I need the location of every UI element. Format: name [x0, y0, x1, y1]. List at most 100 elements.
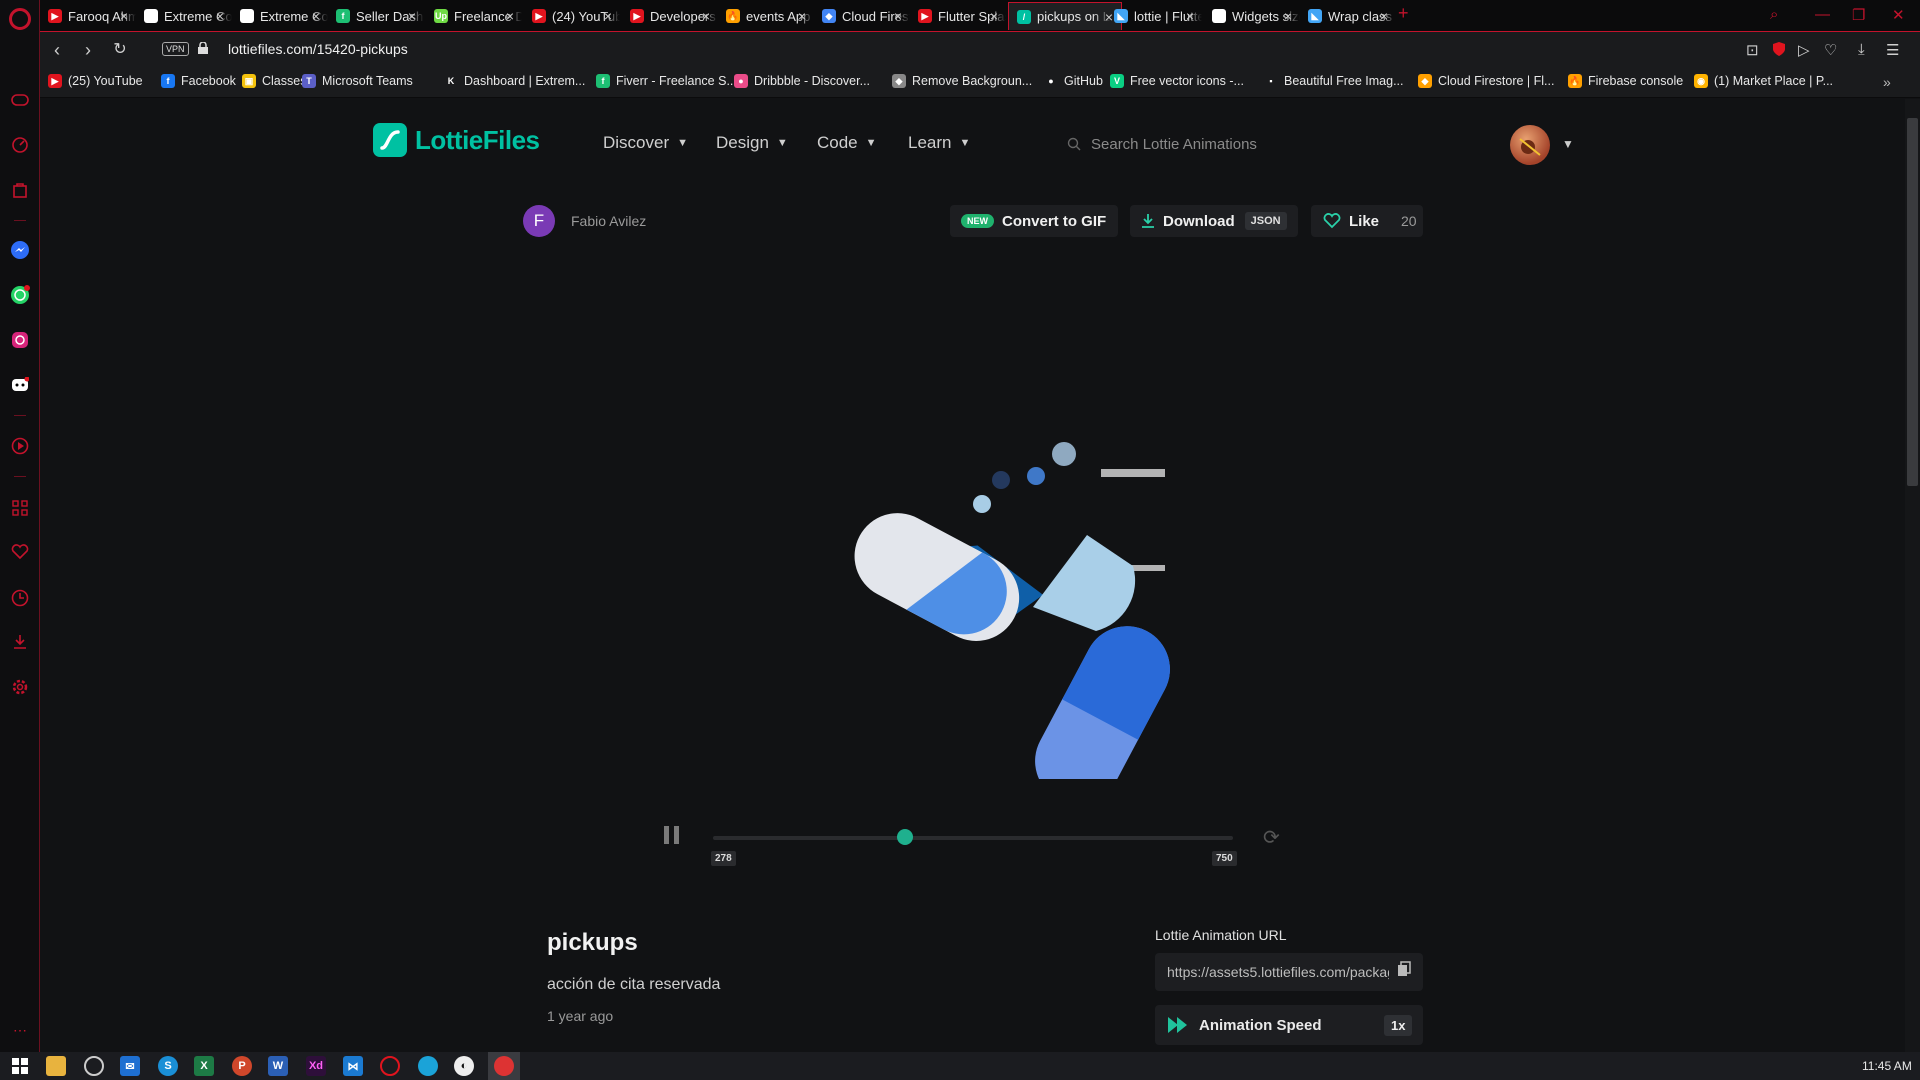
instagram-icon[interactable] [10, 330, 30, 350]
settings-icon[interactable] [10, 677, 30, 697]
browser-tab[interactable]: ▶Farooq Ahmed× [40, 2, 136, 30]
bookmark-item[interactable]: f Fiverr - Freelance S... [596, 74, 737, 88]
scrollbar-thumb[interactable] [1907, 118, 1918, 486]
browser-tab[interactable]: ▶ Developers × [622, 2, 718, 30]
browser-tab[interactable]: ▶Flutter Splash× [910, 2, 1006, 30]
nav-discover[interactable]: Discover ▼ [603, 133, 688, 153]
nav-design[interactable]: Design ▼ [716, 133, 788, 153]
chevron-down-icon[interactable]: ▼ [1562, 137, 1574, 151]
speed-dial-icon[interactable] [10, 135, 30, 155]
like-button[interactable]: Like 20 [1311, 205, 1423, 237]
player-icon[interactable] [10, 436, 30, 456]
animation-speed-control[interactable]: Animation Speed 1x [1155, 1005, 1423, 1045]
bookmark-item[interactable]: ▣ Classes [242, 74, 306, 88]
flow-send-icon[interactable]: ▷ [1798, 41, 1810, 59]
vscode-icon[interactable]: ⋈ [343, 1056, 363, 1076]
edge-icon[interactable] [418, 1056, 438, 1076]
vpn-badge[interactable]: VPN [162, 42, 189, 56]
discord-icon[interactable] [10, 375, 30, 395]
restore-icon[interactable]: ❐ [1852, 6, 1865, 24]
easy-setup-icon[interactable]: ☰ [1886, 41, 1899, 59]
bookmark-item[interactable]: ▶ (25) YouTube [48, 74, 143, 88]
convert-to-gif-button[interactable]: NEW Convert to GIF [950, 205, 1118, 237]
browser-tab[interactable]: ◣ lottie | Flutter × [1106, 2, 1202, 30]
browser-tab[interactable]: fSeller Dashboard× [328, 2, 424, 30]
bookmark-item[interactable]: f Facebook [161, 74, 236, 88]
minimize-icon[interactable]: — [1815, 6, 1830, 23]
author-avatar[interactable]: F [523, 205, 555, 237]
bookmark-item[interactable]: ◆ Cloud Firestore | Fl... [1418, 74, 1554, 88]
author-name[interactable]: Fabio Avilez [571, 213, 646, 229]
workspaces-icon[interactable] [10, 498, 30, 518]
file-explorer-icon[interactable] [46, 1056, 66, 1076]
timeline-track[interactable] [713, 836, 1233, 840]
tab-close-icon[interactable]: × [604, 8, 612, 24]
messenger-icon[interactable] [10, 240, 30, 260]
bookmark-item[interactable]: ● GitHub [1044, 74, 1103, 88]
tab-close-icon[interactable]: × [408, 8, 416, 24]
user-avatar[interactable] [1510, 125, 1550, 165]
more-icon[interactable]: ⋯ [10, 1020, 30, 1040]
browser-tab[interactable]: Extreme Commerce× [232, 2, 328, 30]
skype-icon[interactable]: S [158, 1056, 178, 1076]
back-icon[interactable]: ‹ [47, 40, 67, 60]
browser-tab[interactable]: Extreme Commerce× [136, 2, 232, 30]
bookmark-item[interactable]: ▪ Beautiful Free Imag... [1264, 74, 1403, 88]
bookmark-item[interactable]: ◉ (1) Market Place | P... [1694, 74, 1833, 88]
reload-icon[interactable]: ↻ [110, 40, 130, 60]
history-icon[interactable] [10, 588, 30, 608]
browser-tab[interactable]: 🔥 events App × [718, 2, 814, 30]
new-tab-icon[interactable]: + [1398, 3, 1409, 24]
snapshot-icon[interactable]: ⊡ [1746, 41, 1759, 59]
tab-close-icon[interactable]: × [120, 8, 128, 24]
tab-close-icon[interactable]: × [990, 8, 998, 24]
search-tabs-icon[interactable]: ⌕ [1770, 6, 1778, 23]
adblock-icon[interactable] [1772, 41, 1786, 61]
opera-logo-icon[interactable] [9, 8, 31, 30]
bookmark-item[interactable]: ◆ Remove Backgroun... [892, 74, 1032, 88]
browser-tab[interactable]: /pickups on LottieFiles× [1008, 2, 1122, 30]
downloads-icon[interactable] [10, 632, 30, 652]
powerpoint-icon[interactable]: P [232, 1056, 252, 1076]
tab-close-icon[interactable]: × [894, 8, 902, 24]
word-icon[interactable]: W [268, 1056, 288, 1076]
heart-icon[interactable] [10, 542, 30, 562]
animation-preview[interactable] [741, 329, 1241, 779]
mail-icon[interactable]: ✉ [120, 1056, 140, 1076]
tab-close-icon[interactable]: × [216, 8, 224, 24]
close-window-icon[interactable]: ✕ [1892, 6, 1905, 24]
tab-close-icon[interactable]: × [312, 8, 320, 24]
tab-close-icon[interactable]: × [798, 8, 806, 24]
tab-close-icon[interactable]: × [1380, 8, 1388, 24]
timeline-knob[interactable] [897, 829, 914, 845]
bookmark-item[interactable]: ● Dribbble - Discover... [734, 74, 870, 88]
download-icon[interactable]: ⤓ [1858, 41, 1865, 58]
loop-icon[interactable]: ⟳ [1263, 825, 1280, 850]
bookmark-heart-icon[interactable]: ♡ [1824, 41, 1837, 59]
copy-icon[interactable] [1397, 961, 1411, 977]
tab-close-icon[interactable]: × [506, 8, 514, 24]
browser-tab[interactable]: ◣ Wrap class × [1300, 2, 1396, 30]
forward-icon[interactable]: › [78, 40, 98, 60]
more-bookmarks-icon[interactable]: » [1883, 74, 1891, 90]
browser-tab[interactable]: UpFreelance Developer× [426, 2, 522, 30]
bookmark-item[interactable]: 🔥 Firebase console [1568, 74, 1683, 88]
adobe-xd-icon[interactable]: Xd [306, 1056, 326, 1076]
lottiefiles-logo[interactable]: LottieFiles [373, 123, 540, 157]
tab-close-icon[interactable]: × [1186, 8, 1194, 24]
app-icon[interactable]: ◐ [454, 1056, 474, 1076]
search-input[interactable]: Search Lottie Animations [1067, 131, 1507, 157]
whatsapp-icon[interactable] [10, 285, 30, 305]
windows-start-icon[interactable] [10, 1056, 30, 1076]
opera-taskbar-icon[interactable] [380, 1056, 400, 1076]
shopping-bag-icon[interactable] [10, 180, 30, 200]
media-icon[interactable] [84, 1056, 104, 1076]
url-field[interactable]: lottiefiles.com/15420-pickups [228, 41, 408, 57]
bookmark-item[interactable]: V Free vector icons -... [1110, 74, 1244, 88]
tab-close-icon[interactable]: × [702, 8, 710, 24]
tab-close-icon[interactable]: × [1284, 8, 1292, 24]
bookmark-item[interactable]: T Microsoft Teams [302, 74, 413, 88]
browser-tab[interactable]: ●● Widgets size × [1204, 2, 1300, 30]
browser-tab[interactable]: ▶(24) YouTube× [524, 2, 620, 30]
active-app-icon[interactable] [494, 1056, 514, 1076]
